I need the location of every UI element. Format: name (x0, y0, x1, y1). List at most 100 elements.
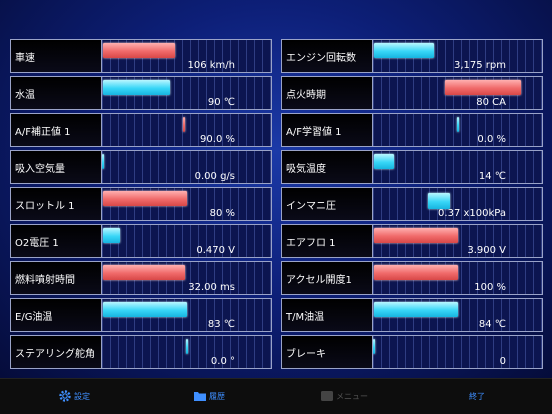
gauge-row: エンジン回転数 3,175 rpm (281, 39, 543, 73)
gauge-track: 0.37 x100kPa (373, 188, 542, 220)
gauge-value: 80 CA (476, 97, 506, 108)
gauge-row: インマニ圧 0.37 x100kPa (281, 187, 543, 221)
history-button[interactable]: 履歴 (193, 388, 225, 404)
gauge-row: 車速 106 km/h (10, 39, 272, 73)
gauge-track: 83 ℃ (102, 299, 271, 331)
gauge-label: 吸入空気量 (11, 151, 102, 183)
gauge-value: 32.00 ms (188, 282, 235, 293)
gauge-track: 0 (373, 336, 542, 368)
settings-button[interactable]: 設定 (58, 388, 90, 404)
gauge-bar (428, 193, 450, 209)
history-label: 履歴 (209, 391, 225, 401)
gauge-value: 0.470 V (196, 245, 235, 256)
gauge-track: 3.900 V (373, 225, 542, 257)
gauge-bar (186, 339, 188, 354)
gauge-bar (457, 117, 459, 132)
gauge-track: 80 % (102, 188, 271, 220)
gauge-bar (103, 302, 187, 317)
menu-icon (320, 389, 334, 403)
menu-label: メニュー (336, 391, 368, 401)
gauge-label: T/M油温 (282, 299, 373, 331)
gauge-track: 0.0 % (373, 114, 542, 146)
gauge-value: 106 km/h (187, 60, 235, 71)
gauge-value: 0.0 % (477, 134, 506, 145)
gauge-value: 84 ℃ (478, 319, 506, 330)
gauge-track: 80 CA (373, 77, 542, 109)
gauge-label: 点火時期 (282, 77, 373, 109)
gauge-row: 水温 90 ℃ (10, 76, 272, 110)
gauge-label: ステアリング舵角 (11, 336, 102, 368)
gauge-bar (445, 80, 521, 95)
menu-button[interactable]: メニュー (320, 388, 368, 404)
gauge-row: 吸入空気量 0.00 g/s (10, 150, 272, 184)
gauge-label: アクセル開度1 (282, 262, 373, 294)
gauge-track: 3,175 rpm (373, 40, 542, 72)
gauge-value: 90.0 % (200, 134, 235, 145)
folder-icon (193, 389, 207, 403)
gauge-track: 0.0 ° (102, 336, 271, 368)
gauge-track: 0.00 g/s (102, 151, 271, 183)
gauge-track: 106 km/h (102, 40, 271, 72)
gauge-label: A/F補正値 1 (11, 114, 102, 146)
gauge-row: O2電圧 1 0.470 V (10, 224, 272, 258)
left-gauge-column: 車速 106 km/h 水温 90 ℃ A/F補正値 1 90.0 % 吸入空気量 0.00 … (10, 39, 272, 372)
gauge-row: エアフロ 1 3.900 V (281, 224, 543, 258)
gauge-row: 吸気温度 14 ℃ (281, 150, 543, 184)
gauge-bar (103, 265, 185, 280)
gauge-label: エンジン回転数 (282, 40, 373, 72)
exit-label: 終了 (469, 391, 485, 401)
gauge-bar (374, 154, 394, 169)
gauge-label: ブレーキ (282, 336, 373, 368)
gauge-label: 水温 (11, 77, 102, 109)
gauge-bar (103, 43, 175, 58)
gauge-value: 3,175 rpm (453, 60, 506, 71)
gauge-track: 90.0 % (102, 114, 271, 146)
gauge-track: 84 ℃ (373, 299, 542, 331)
gauge-row: T/M油温 84 ℃ (281, 298, 543, 332)
gauge-value: 0.00 g/s (194, 171, 235, 182)
gauge-bar (374, 228, 458, 243)
gauge-row: 点火時期 80 CA (281, 76, 543, 110)
gauge-label: スロットル 1 (11, 188, 102, 220)
gauge-value: 0.37 x100kPa (438, 208, 506, 219)
gauge-value: 90 ℃ (207, 97, 235, 108)
gauge-label: 燃料噴射時間 (11, 262, 102, 294)
gauge-bar (102, 154, 104, 169)
gauge-label: E/G油温 (11, 299, 102, 331)
gauge-track: 14 ℃ (373, 151, 542, 183)
gauge-bar (374, 302, 458, 317)
settings-label: 設定 (74, 391, 90, 401)
gauge-value: 100 % (474, 282, 506, 293)
gauge-value: 0 (499, 356, 506, 367)
gauge-label: インマニ圧 (282, 188, 373, 220)
exit-button[interactable]: 終了 (469, 388, 485, 404)
gauge-bar (374, 43, 434, 58)
gauge-row: E/G油温 83 ℃ (10, 298, 272, 332)
gauge-track: 100 % (373, 262, 542, 294)
gauge-row: ステアリング舵角 0.0 ° (10, 335, 272, 369)
gauge-label: エアフロ 1 (282, 225, 373, 257)
gauge-bar (374, 265, 458, 280)
gauge-bar (373, 339, 375, 354)
gauge-label: A/F学習値 1 (282, 114, 373, 146)
gauge-track: 32.00 ms (102, 262, 271, 294)
gauge-row: A/F学習値 1 0.0 % (281, 113, 543, 147)
gauge-label: 吸気温度 (282, 151, 373, 183)
gauge-track: 0.470 V (102, 225, 271, 257)
gauge-bar (183, 117, 185, 132)
gauge-screen: 車速 106 km/h 水温 90 ℃ A/F補正値 1 90.0 % 吸入空気量 0.00 … (0, 0, 552, 378)
toolbar: 設定 履歴 メニュー 終了 (0, 378, 552, 414)
gauge-bar (103, 191, 187, 206)
gauge-value: 80 % (209, 208, 235, 219)
gauge-value: 0.0 ° (210, 356, 235, 367)
gauge-value: 83 ℃ (207, 319, 235, 330)
gauge-row: アクセル開度1 100 % (281, 261, 543, 295)
gauge-bar (103, 228, 120, 243)
gauge-row: A/F補正値 1 90.0 % (10, 113, 272, 147)
gauge-label: 車速 (11, 40, 102, 72)
gauge-label: O2電圧 1 (11, 225, 102, 257)
gauge-bar (103, 80, 170, 95)
right-gauge-column: エンジン回転数 3,175 rpm 点火時期 80 CA A/F学習値 1 0.0 % 吸気… (281, 39, 543, 372)
gauge-row: ブレーキ 0 (281, 335, 543, 369)
gauge-row: スロットル 1 80 % (10, 187, 272, 221)
